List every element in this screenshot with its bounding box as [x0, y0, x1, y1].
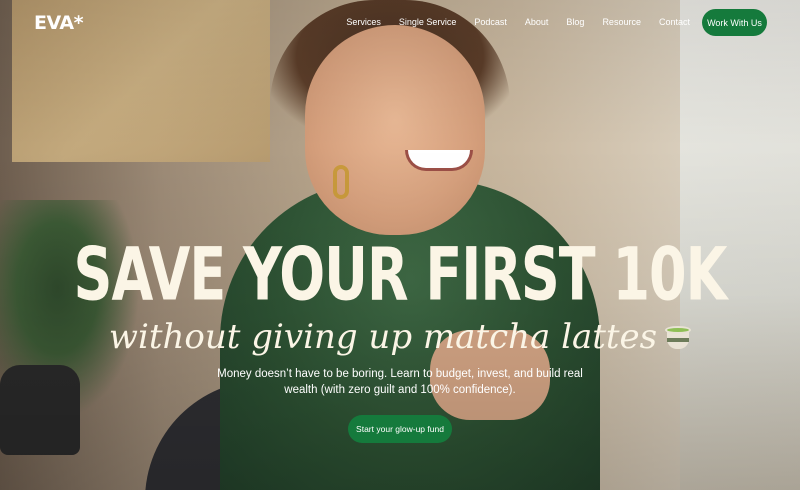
nav-item-single-service[interactable]: Single Service [399, 17, 457, 27]
hero-headline: SAVE YOUR FIRST 10K [73, 232, 728, 318]
work-with-us-button[interactable]: Work With Us [702, 9, 767, 36]
matcha-cup-icon [665, 326, 692, 350]
nav-item-resource[interactable]: Resource [602, 17, 641, 27]
nav-item-services[interactable]: Services [346, 17, 381, 27]
start-glow-up-fund-button[interactable]: Start your glow-up fund [348, 415, 452, 443]
logo[interactable]: EVA* [34, 12, 84, 34]
hero-body-text: Money doesn’t have to be boring. Learn t… [217, 368, 583, 396]
hero-subheadline-text: without giving up matcha lattes [108, 317, 658, 357]
nav-item-blog[interactable]: Blog [566, 17, 584, 27]
hero-subheadline: without giving up matcha lattes [0, 317, 800, 357]
nav-item-contact[interactable]: Contact [659, 17, 690, 27]
hero-section: EVA* Services Single Service Podcast Abo… [0, 0, 800, 490]
nav-item-about[interactable]: About [525, 17, 549, 27]
top-navigation: EVA* Services Single Service Podcast Abo… [0, 0, 800, 46]
nav-item-podcast[interactable]: Podcast [474, 17, 507, 27]
nav-menu: Services Single Service Podcast About Bl… [346, 17, 690, 27]
